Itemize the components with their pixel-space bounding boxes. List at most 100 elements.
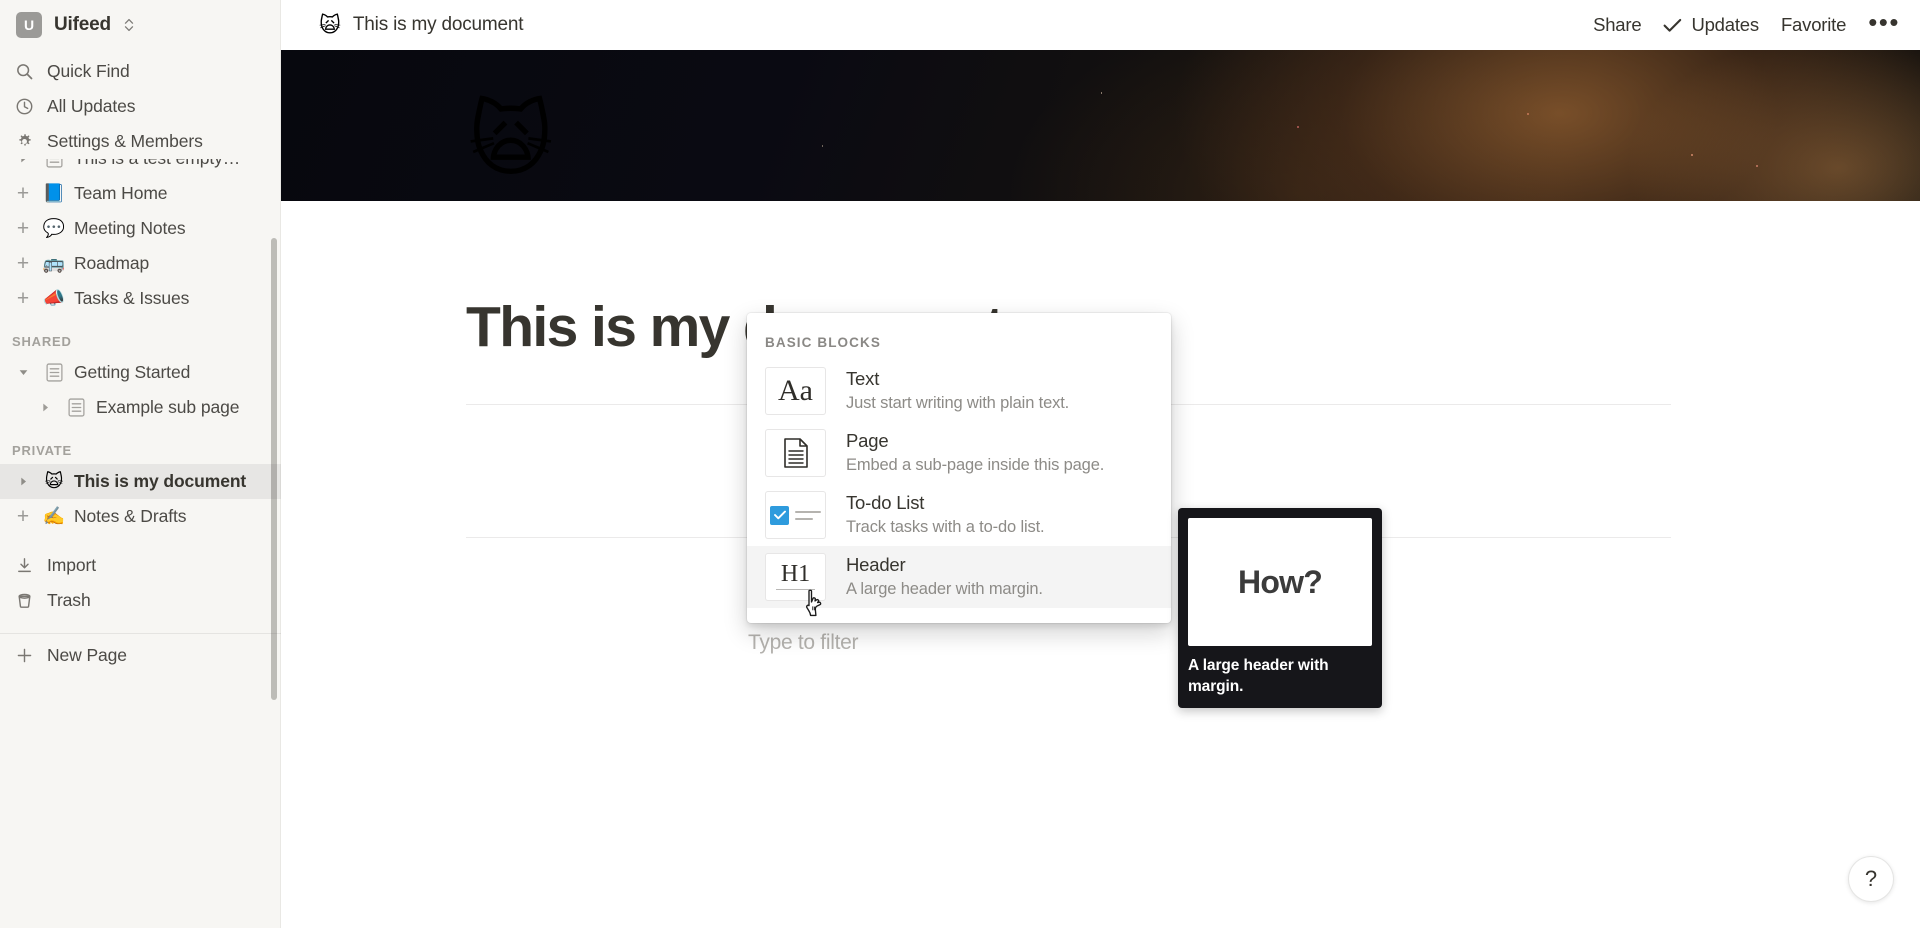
tree-item-label: Getting Started — [74, 362, 191, 382]
updates-button[interactable]: Updates — [1663, 14, 1759, 36]
tree-item-meeting-notes[interactable]: + 💬 Meeting Notes — [0, 211, 281, 246]
sidebar-page-tree: This is a test empty… + 📘 Team Home + 💬 … — [0, 159, 281, 611]
workspace-name: Uifeed — [54, 14, 111, 35]
tree-item-test-empty[interactable]: This is a test empty… — [0, 159, 281, 176]
help-button[interactable]: ? — [1848, 856, 1894, 902]
sidebar-footer: New Page — [0, 611, 281, 676]
sidebar: U Uifeed Quick Find All Updates Settings… — [0, 0, 281, 928]
tree-item-label: Notes & Drafts — [74, 506, 187, 526]
triangle-down-icon[interactable] — [12, 367, 34, 378]
document-icon — [42, 363, 66, 382]
sidebar-item-label: Quick Find — [47, 61, 130, 81]
triangle-right-icon[interactable] — [34, 402, 56, 413]
main-content: 🙀 This is my document Share Updates Favo… — [281, 0, 1920, 928]
tree-item-tasks-issues[interactable]: + 📣 Tasks & Issues — [0, 281, 281, 316]
sidebar-item-label: Settings & Members — [47, 131, 203, 151]
triangle-right-icon[interactable] — [12, 476, 34, 487]
sidebar-section-shared: SHARED — [12, 334, 72, 349]
block-item-name: To-do List — [846, 492, 925, 514]
trash-icon — [14, 590, 35, 611]
block-item-name: Header — [846, 554, 906, 576]
sidebar-item-label: Trash — [47, 590, 91, 610]
chevron-updown-icon — [123, 16, 135, 34]
sidebar-item-label: Import — [47, 555, 96, 575]
page-title-breadcrumb: This is my document — [352, 14, 524, 35]
document-icon — [64, 398, 88, 417]
page-emoji-icon: 📘 — [42, 182, 66, 204]
h1-underline — [776, 589, 815, 590]
checkbox-list-icon — [765, 491, 826, 539]
tree-item-example-sub-page[interactable]: Example sub page — [0, 390, 281, 425]
block-item-name: Text — [846, 368, 880, 390]
plus-icon[interactable]: + — [12, 288, 34, 309]
check-icon — [1663, 18, 1682, 33]
star-dot — [1100, 92, 1102, 94]
sidebar-item-trash[interactable]: Trash — [0, 583, 281, 611]
block-menu-item-text[interactable]: Aa Text Just start writing with plain te… — [747, 360, 1171, 422]
tree-item-getting-started[interactable]: Getting Started — [0, 355, 281, 390]
tree-item-label: This is a test empty… — [74, 159, 240, 169]
page-emoji-icon: 🚌 — [42, 252, 66, 274]
new-page-button[interactable]: New Page — [0, 634, 281, 676]
block-menu-item-header[interactable]: H1 Header A large header with margin. — [747, 546, 1171, 608]
page-emoji-icon: 📣 — [42, 287, 66, 309]
clock-icon — [14, 96, 35, 117]
top-bar: 🙀 This is my document Share Updates Favo… — [281, 0, 1920, 50]
h1-icon: H1 — [765, 553, 826, 601]
tree-item-label: Meeting Notes — [74, 218, 186, 238]
triangle-right-icon[interactable] — [12, 159, 34, 164]
block-menu-item-page[interactable]: Page Embed a sub-page inside this page. — [747, 422, 1171, 484]
page-icon[interactable]: 🙀 — [468, 100, 553, 182]
block-menu-item-todo-list[interactable]: To-do List Track tasks with a to-do list… — [747, 484, 1171, 546]
search-icon — [14, 61, 35, 82]
updates-label: Updates — [1691, 14, 1759, 35]
tree-item-this-is-my-document[interactable]: 🙀 This is my document — [0, 464, 281, 499]
tooltip-preview-text: How? — [1238, 563, 1323, 600]
plus-icon[interactable]: + — [12, 183, 34, 204]
page-emoji-icon: 💬 — [42, 217, 66, 239]
star-dot — [1297, 125, 1300, 128]
workspace-switcher[interactable]: U Uifeed — [0, 0, 281, 50]
sidebar-section-private: PRIVATE — [12, 443, 73, 458]
tree-item-label: This is my document — [74, 471, 247, 491]
new-page-label: New Page — [47, 644, 127, 665]
sidebar-item-quick-find[interactable]: Quick Find — [0, 54, 281, 89]
sidebar-item-settings-members[interactable]: Settings & Members — [0, 124, 281, 159]
document-icon — [42, 159, 66, 168]
h1-label: H1 — [780, 561, 811, 587]
filter-placeholder-text: Type to filter — [748, 631, 859, 654]
plus-icon[interactable]: + — [12, 218, 34, 239]
tree-item-notes-drafts[interactable]: + ✍️ Notes & Drafts — [0, 499, 281, 534]
sidebar-item-label: All Updates — [47, 96, 136, 116]
sidebar-item-all-updates[interactable]: All Updates — [0, 89, 281, 124]
sidebar-item-import[interactable]: Import — [0, 548, 281, 583]
page-document-icon — [765, 429, 826, 477]
aa-serif-icon: Aa — [765, 367, 826, 415]
tree-item-label: Roadmap — [74, 253, 150, 273]
block-menu-section-label: BASIC BLOCKS — [765, 335, 881, 350]
sidebar-primary-nav: Quick Find All Updates Settings & Member… — [0, 50, 281, 159]
plus-icon[interactable]: + — [12, 506, 34, 527]
block-item-description: Just start writing with plain text. — [846, 394, 1070, 413]
tree-item-team-home[interactable]: + 📘 Team Home — [0, 176, 281, 211]
block-type-menu: BASIC BLOCKS Aa Text Just start writing … — [747, 313, 1171, 623]
download-icon — [14, 555, 35, 576]
favorite-button[interactable]: Favorite — [1781, 14, 1846, 36]
breadcrumb[interactable]: 🙀 This is my document — [319, 12, 524, 37]
tooltip-caption: A large header with margin. — [1188, 657, 1329, 695]
page-emoji-icon: 🙀 — [319, 12, 341, 37]
page-emoji-icon: 🙀 — [44, 470, 64, 492]
star-dot — [821, 145, 824, 147]
sidebar-scrollbar[interactable] — [271, 238, 277, 700]
tree-item-label: Example sub page — [96, 397, 240, 417]
ellipsis-icon[interactable]: ••• — [1868, 9, 1900, 35]
star-dot — [1690, 154, 1693, 157]
page-emoji-icon: ✍️ — [42, 505, 66, 527]
star-dot — [1526, 113, 1529, 116]
tree-item-roadmap[interactable]: + 🚌 Roadmap — [0, 246, 281, 281]
plus-icon[interactable]: + — [12, 253, 34, 274]
tree-item-label: Tasks & Issues — [74, 288, 190, 308]
tooltip-preview-image: How? — [1188, 518, 1372, 646]
share-button[interactable]: Share — [1593, 14, 1642, 36]
block-item-name: Page — [846, 430, 889, 452]
